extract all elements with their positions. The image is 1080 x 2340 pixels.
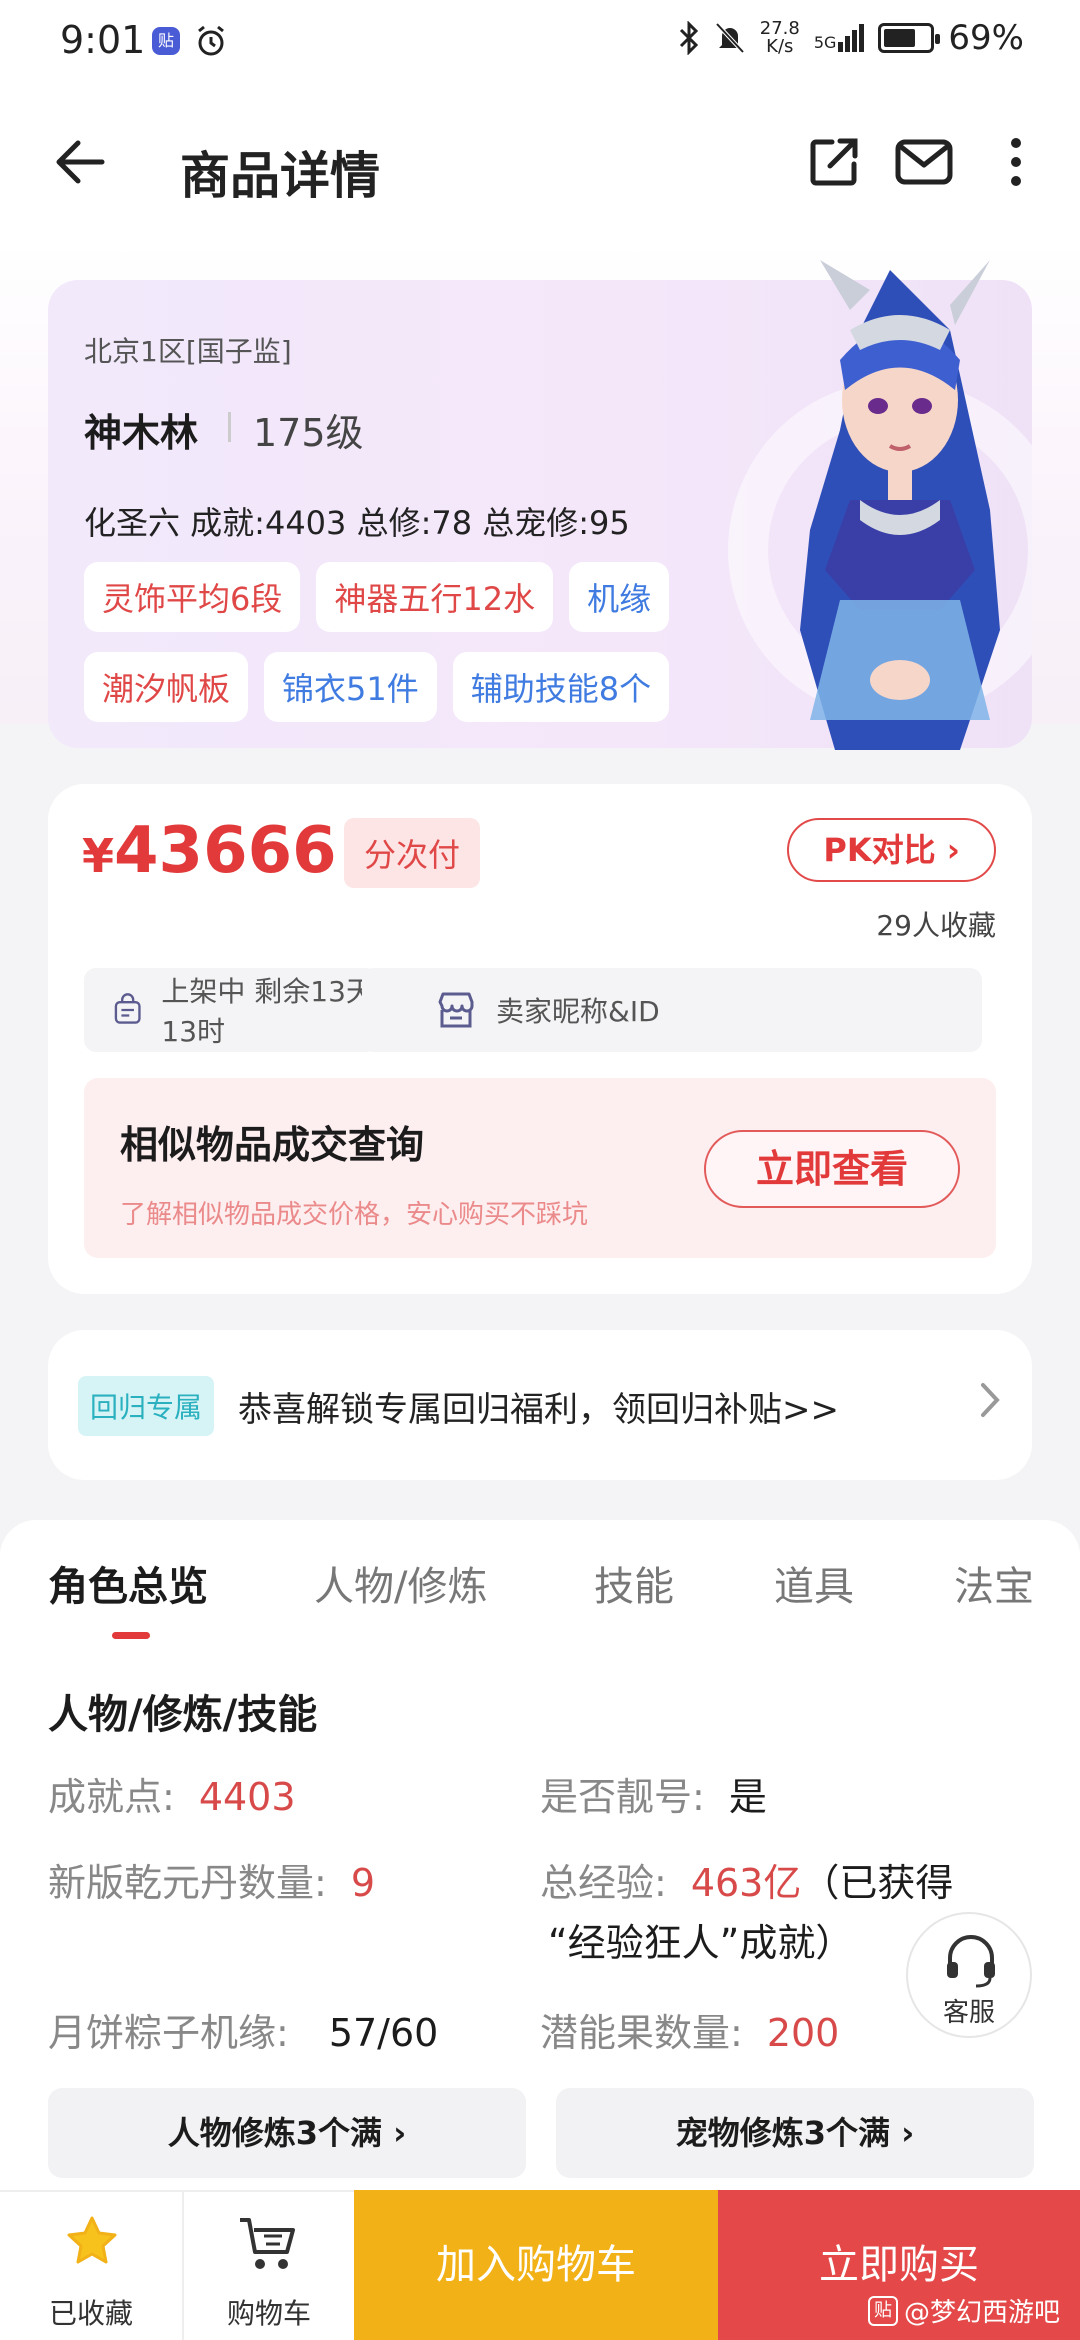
- listing-status-box: 上架中 剩余13天13时: [84, 968, 378, 1052]
- total-exp-note: “经验狂人”成就）: [548, 1921, 854, 1965]
- customer-service-label: 客服: [942, 1998, 995, 2028]
- customer-service-button[interactable]: 客服: [906, 1912, 1032, 2038]
- battery-percent: 69%: [948, 18, 1024, 58]
- tieba-icon: 贴: [867, 2295, 898, 2326]
- star-icon: [67, 2216, 117, 2264]
- return-badge: 回归专属: [78, 1376, 215, 1436]
- section-title: 人物/修炼/技能: [48, 1692, 318, 1738]
- watermark-text: @梦幻西游吧: [903, 2298, 1060, 2328]
- tag-assist-skills: 辅助技能8个: [452, 652, 670, 722]
- role-level: 175级: [253, 411, 364, 455]
- qianyuan-row: 新版乾元丹数量: 9: [48, 1861, 375, 1905]
- page-title: 商品详情: [180, 147, 380, 205]
- favorite-label: 已收藏: [48, 2297, 133, 2330]
- potential-row: 潜能果数量: 200: [540, 2011, 840, 2055]
- tab-overview[interactable]: 角色总览: [48, 1554, 208, 1612]
- more-vertical-icon[interactable]: [1004, 134, 1028, 190]
- return-benefit-banner[interactable]: 回归专属 恭喜解锁专属回归福利，领回归补贴>>: [48, 1330, 1032, 1480]
- price: ¥43666: [82, 814, 337, 888]
- status-time: 9:01: [60, 18, 146, 62]
- price-card: ¥43666 分次付 PK对比 › 29人收藏 上架中 剩余13天13时 卖家昵…: [48, 784, 1032, 1294]
- listing-status-text: 上架中 剩余13天13时: [161, 975, 374, 1048]
- server-name: 北京1区[国子监]: [84, 335, 292, 368]
- status-bar: 9:01 贴 27.8 K/s 5G 69%: [0, 0, 1080, 84]
- cart-label: 购物车: [226, 2297, 311, 2330]
- similar-items-box: 相似物品成交查询 了解相似物品成交价格，安心购买不踩坑 立即查看: [84, 1078, 996, 1258]
- view-now-button[interactable]: 立即查看: [704, 1130, 960, 1208]
- tag-outfits: 锦衣51件: [264, 652, 437, 722]
- cart-button[interactable]: 购物车: [184, 2192, 354, 2340]
- network-speed: 27.8 K/s: [759, 18, 800, 57]
- similar-subtitle: 了解相似物品成交价格，安心购买不踩坑: [120, 1200, 589, 1230]
- back-arrow-icon[interactable]: [52, 134, 108, 190]
- tag-fortune: 机缘: [569, 562, 670, 632]
- tag-accessory: 灵饰平均6段: [84, 562, 301, 632]
- character-portrait: [800, 260, 1000, 750]
- favorite-button[interactable]: 已收藏: [0, 2192, 182, 2340]
- status-right: 27.8 K/s 5G 69%: [678, 18, 1024, 58]
- active-tab-indicator: [112, 1632, 150, 1639]
- favorites-count: 29人收藏: [876, 909, 996, 942]
- pet-cultivation-button[interactable]: 宠物修炼3个满 ›: [556, 2088, 1034, 2178]
- tab-character-cultivation[interactable]: 人物/修炼: [314, 1554, 487, 1612]
- character-cultivation-button[interactable]: 人物修炼3个满 ›: [48, 2088, 526, 2178]
- bluetooth-icon: [679, 21, 698, 55]
- shop-store-icon: [438, 992, 474, 1028]
- tag-artifact: 神器五行12水: [316, 562, 554, 632]
- shopping-cart-icon: [240, 2218, 295, 2269]
- achievement-row: 成就点: 4403: [48, 1775, 296, 1819]
- seller-box[interactable]: 卖家昵称&ID: [362, 968, 982, 1052]
- tab-treasures[interactable]: 法宝: [954, 1554, 1034, 1612]
- shopping-bag-icon: [114, 993, 141, 1024]
- total-exp-row: 总经验: 463亿（已获得: [540, 1861, 954, 1905]
- mooncake-row: 月饼粽子机缘: 57/60: [48, 2011, 439, 2055]
- mute-bell-icon: [715, 22, 745, 54]
- tag-row-2: 潮汐帆板 锦衣51件 辅助技能8个: [84, 652, 734, 722]
- pk-compare-button[interactable]: PK对比 ›: [787, 818, 996, 882]
- tag-row-1: 灵饰平均6段 神器五行12水 机缘: [84, 562, 734, 632]
- installment-badge[interactable]: 分次付: [344, 818, 481, 888]
- tab-skills[interactable]: 技能: [594, 1554, 674, 1612]
- battery-icon: [878, 23, 941, 53]
- divider: [228, 412, 231, 442]
- signal-icon: 5G: [814, 24, 865, 52]
- return-text: 恭喜解锁专属回归福利，领回归补贴>>: [238, 1390, 839, 1430]
- nice-id-row: 是否靓号: 是: [540, 1775, 767, 1819]
- role-summary: 化圣六 成就:4403 总修:78 总宠修:95: [84, 504, 630, 542]
- tab-items[interactable]: 道具: [774, 1554, 854, 1612]
- share-icon[interactable]: [806, 134, 862, 190]
- tieba-notification-icon: 贴: [152, 27, 180, 55]
- alarm-icon: [198, 25, 224, 56]
- headset-icon: [947, 1935, 995, 1988]
- app-header: 商品详情: [0, 84, 1080, 244]
- tag-surfboard: 潮汐帆板: [84, 652, 249, 722]
- role-name: 神木林: [84, 411, 199, 455]
- watermark: 贴 @梦幻西游吧: [867, 2292, 1060, 2329]
- similar-title: 相似物品成交查询: [120, 1123, 425, 1167]
- chevron-right-icon: [981, 1383, 1000, 1417]
- add-to-cart-button[interactable]: 加入购物车: [354, 2190, 718, 2340]
- message-envelope-icon[interactable]: [894, 134, 954, 190]
- seller-text: 卖家昵称&ID: [496, 995, 660, 1028]
